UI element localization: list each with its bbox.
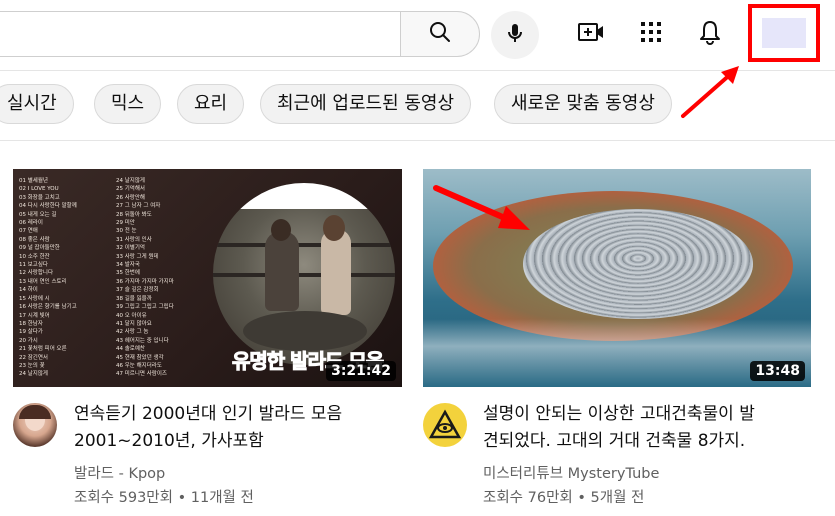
couple-photo [213, 183, 395, 365]
tracklist-item: 16 사랑은 향기를 남기고 [19, 304, 77, 311]
tracklist-item: 08 좋은 사람 [19, 236, 50, 243]
voice-search-button[interactable] [491, 11, 539, 59]
video-stats: 조회수 593만회 • 11개월 전 [74, 490, 254, 506]
search-icon [428, 20, 452, 48]
tracklist-item: 26 사랑안해 [116, 194, 145, 201]
video-title[interactable]: 연속듣기 2000년대 인기 발라드 모음 2001~2010년, 가사포함 [74, 401, 394, 455]
tracklist-item: 03 화장을 고치고 [19, 194, 60, 201]
video-title-line: 설명이 안되는 이상한 고대건축물이 발 [483, 404, 755, 424]
tracklist-item: 46 우눈 해지더라도 [116, 362, 162, 369]
tracklist-item: 09 널 잡아둘만한 [19, 245, 60, 252]
mic-icon [503, 21, 527, 49]
tracklist-item: 13 내어 연인 스토리 [19, 278, 67, 285]
account-avatar [762, 18, 806, 48]
tracklist-item: 38 길을 잃을까 [116, 295, 152, 302]
tracklist-item: 35 한번에 [116, 270, 140, 277]
tracklist-item: 24 날지않게 [19, 371, 48, 378]
tracklist-item: 05 내게 오는 길 [19, 211, 57, 218]
tracklist-item: 43 헤어지는 중 입니다 [116, 337, 169, 344]
tracklist-item: 47 미르니면 사람이즈 [116, 371, 167, 378]
tracklist-item: 02 I LOVE YOU [19, 186, 59, 193]
tracklist-item: 19 살다가 [19, 329, 43, 336]
tracklist-left: 01 별세월년 02 I LOVE YOU 03 화장을 고치고 04 다시 사랑한다… [19, 177, 107, 379]
tracklist-item: 39 그립고 그립고 그립다 [116, 304, 174, 311]
tracklist-item: 27 그 남자 그 여자 [116, 203, 161, 210]
video-stats: 조회수 76만회 • 5개월 전 [483, 490, 645, 506]
tracklist-item: 33 사랑 그게 뭔데 [116, 253, 159, 260]
notifications-bell-icon [698, 19, 722, 49]
tracklist-item: 32 이별기억 [116, 245, 145, 252]
chip-realtime[interactable]: 실시간 [0, 84, 74, 124]
video-duration: 13:48 [750, 361, 805, 381]
tracklist-item: 37 슬 깊은 감정회 [116, 287, 159, 294]
create-video-icon [577, 20, 605, 48]
create-video-button[interactable] [571, 14, 611, 54]
search-button[interactable] [400, 11, 480, 57]
video-thumbnail[interactable]: 01 별세월년 02 I LOVE YOU 03 화장을 고치고 04 다시 사랑한다… [13, 169, 402, 387]
island-scene [423, 169, 811, 387]
search-input[interactable] [0, 11, 400, 57]
channel-name[interactable]: 발라드 - Kpop [74, 462, 165, 483]
channel-name[interactable]: 미스터리튜브 MysteryTube [483, 462, 659, 483]
tracklist-item: 31 사랑의 인사 [116, 236, 152, 243]
tracklist-item: 12 사랑합니다 [19, 270, 54, 277]
tracklist-item: 24 날지않게 [116, 178, 145, 184]
account-avatar-button[interactable] [748, 4, 820, 62]
tracklist-item: 45 현재 참았던 생각 [116, 354, 164, 361]
tracklist-item: 04 다시 사랑한다 말할께 [19, 203, 77, 210]
tracklist-item: 23 눈의 꽃 [19, 362, 45, 369]
tracklist-item: 22 잠긴연서 [19, 354, 48, 361]
tracklist-item: 01 별세월년 [19, 178, 48, 184]
video-title-line: 견되었다. 고대의 거대 건축물 8가지. [483, 431, 746, 451]
tracklist-item: 18 한남자 [19, 320, 43, 327]
notifications-button[interactable] [690, 14, 730, 54]
video-title-line: 2001~2010년, 가사포함 [74, 431, 264, 451]
tracklist-item: 34 발자국 [116, 262, 140, 269]
tracklist-item: 40 오 아이유 [116, 312, 147, 319]
tracklist-item: 20 가시 [19, 337, 38, 344]
tracklist-item: 36 가지마 가지마 가지마 [116, 278, 174, 285]
tracklist-item: 17 시계 빛어 [19, 312, 50, 319]
tracklist-item: 10 소주 한잔 [19, 253, 50, 260]
video-title-line: 연속듣기 2000년대 인기 발라드 모음 [74, 404, 343, 424]
header-divider [0, 70, 835, 71]
tracklist-item: 14 하이 [19, 287, 38, 294]
chip-recently-uploaded[interactable]: 최근에 업로드된 동영상 [260, 84, 472, 124]
tracklist-item: 44 솔로예찬 [116, 346, 145, 353]
chip-mix[interactable]: 믹스 [94, 84, 162, 124]
eye-pyramid-avatar-icon [423, 403, 467, 447]
tracklist-item: 41 달지 않아요 [116, 320, 152, 327]
tracklist-item: 21 꽃처럼 피어 오른 [19, 346, 67, 353]
tracklist-item: 30 전 눈 [116, 228, 137, 235]
tracklist-item: 07 연애 [19, 228, 38, 235]
chip-cooking[interactable]: 요리 [177, 84, 245, 124]
tracklist-right: 24 날지않게 25 기억해서 26 사랑안해 27 그 남자 그 여자 28 뒤돌아 … [116, 177, 211, 379]
apps-button[interactable] [631, 14, 671, 54]
tracklist-item: 42 사랑 그 놈 [116, 329, 149, 336]
tracklist-item: 29 미안 [116, 220, 135, 227]
apps-grid-icon [639, 20, 663, 48]
tracklist-item: 25 기억해서 [116, 186, 145, 193]
channel-avatar[interactable] [13, 403, 57, 447]
channel-avatar[interactable] [423, 403, 467, 447]
tracklist-item: 06 레라이 [19, 220, 43, 227]
tracklist-item: 15 사랑에 시 [19, 295, 50, 302]
video-duration: 3:21:42 [326, 361, 396, 381]
tracklist-item: 11 보고싶다 [19, 262, 48, 269]
chip-new-for-you[interactable]: 새로운 맞춤 동영상 [494, 84, 672, 124]
tracklist-item: 28 뒤돌아 봐도 [116, 211, 152, 218]
chips-divider [0, 140, 835, 141]
video-title[interactable]: 설명이 안되는 이상한 고대건축물이 발 견되었다. 고대의 거대 건축물 8가… [483, 401, 813, 455]
video-thumbnail[interactable]: 13:48 [423, 169, 811, 387]
